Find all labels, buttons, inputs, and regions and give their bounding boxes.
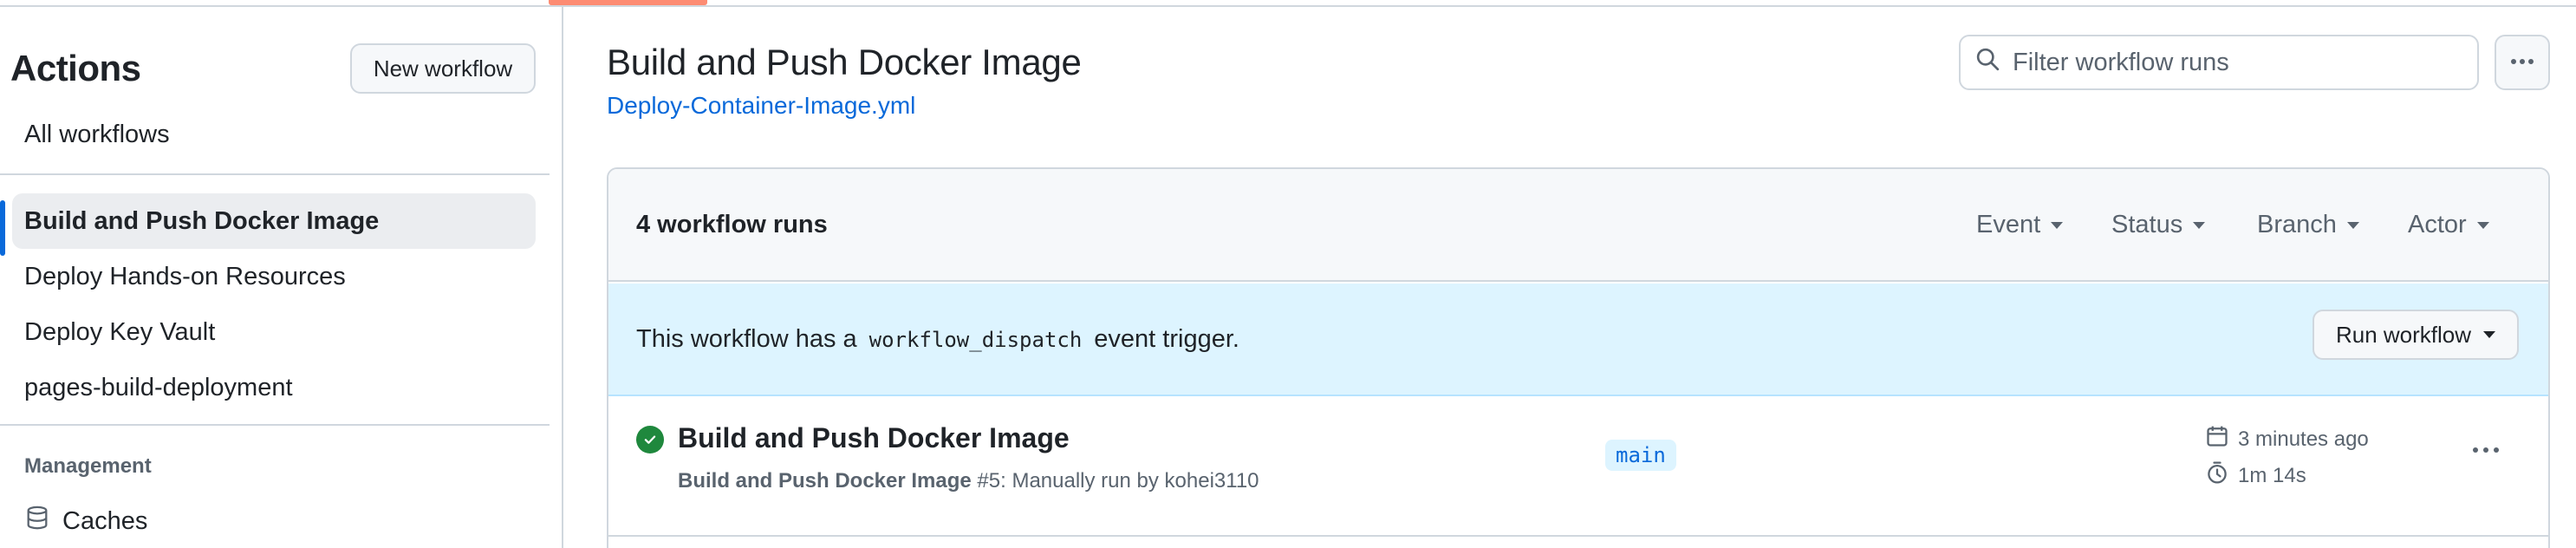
run-workflow-label: Run workflow — [2335, 321, 2472, 348]
sidebar-item-build-and-push[interactable]: Build and Push Docker Image — [12, 193, 536, 249]
filter-placeholder: Filter workflow runs — [2013, 48, 2229, 76]
banner-text: This workflow has a workflow_dispatch ev… — [636, 325, 1239, 354]
kebab-horizontal-icon — [2471, 442, 2501, 458]
run-time-ago: 3 minutes ago — [2205, 424, 2369, 454]
run-details-text: #5: Manually run by kohei3110 — [971, 469, 1259, 493]
sidebar-item-all-workflows[interactable]: All workflows — [12, 107, 536, 162]
database-icon — [24, 505, 50, 538]
status-filter-label: Status — [2111, 211, 2183, 238]
workflow-file-link[interactable]: Deploy-Container-Image.yml — [607, 92, 915, 120]
triangle-down-icon — [2483, 331, 2496, 338]
page-title: Build and Push Docker Image — [607, 42, 1082, 82]
sidebar-item-deploy-key-vault[interactable]: Deploy Key Vault — [12, 304, 536, 360]
new-workflow-button[interactable]: New workflow — [350, 43, 536, 94]
workflow-runs-panel: 4 workflow runs Event Status Branch Acto… — [607, 167, 2550, 548]
triangle-down-icon — [2193, 221, 2206, 229]
filter-workflow-runs-input[interactable]: Filter workflow runs — [1959, 35, 2479, 90]
more-options-button[interactable] — [2495, 35, 2550, 90]
sidebar: Actions New workflow All workflows Build… — [0, 7, 563, 548]
run-workflow-button[interactable]: Run workflow — [2313, 310, 2519, 360]
status-filter-dropdown[interactable]: Status — [2111, 211, 2206, 239]
banner-suffix: event trigger. — [1094, 325, 1239, 353]
row-divider — [608, 535, 2548, 537]
event-filter-dropdown[interactable]: Event — [1976, 211, 2064, 239]
runs-count: 4 workflow runs — [636, 211, 828, 238]
active-tab-underline — [549, 0, 707, 5]
branch-filter-label: Branch — [2257, 211, 2337, 238]
sidebar-divider — [0, 173, 550, 175]
run-workflow-name: Build and Push Docker Image — [678, 469, 972, 493]
event-filter-label: Event — [1976, 211, 2041, 238]
triangle-down-icon — [2051, 221, 2064, 229]
sidebar-item-deploy-hands-on[interactable]: Deploy Hands-on Resources — [12, 249, 536, 304]
sidebar-divider — [0, 424, 550, 426]
top-nav-border — [0, 0, 2576, 7]
sidebar-item-pages-build-deployment[interactable]: pages-build-deployment — [12, 360, 536, 415]
time-ago-text: 3 minutes ago — [2238, 427, 2369, 451]
banner-prefix: This workflow has a — [636, 325, 857, 353]
run-options-button[interactable] — [2469, 436, 2503, 464]
runs-header: 4 workflow runs Event Status Branch Acto… — [608, 169, 2548, 282]
caches-label: Caches — [62, 506, 148, 535]
active-item-indicator — [0, 200, 5, 256]
actor-filter-dropdown[interactable]: Actor — [2408, 211, 2489, 239]
duration-text: 1m 14s — [2238, 463, 2306, 487]
branch-filter-dropdown[interactable]: Branch — [2257, 211, 2359, 239]
triangle-down-icon — [2476, 221, 2489, 229]
actor-filter-label: Actor — [2408, 211, 2467, 238]
triangle-down-icon — [2346, 221, 2359, 229]
branch-badge[interactable]: main — [1605, 440, 1676, 471]
run-title-link[interactable]: Build and Push Docker Image — [678, 422, 1070, 454]
check-circle-fill-icon — [636, 426, 664, 453]
banner-code: workflow_dispatch — [868, 328, 1083, 352]
sidebar-title: Actions — [10, 48, 141, 88]
kebab-horizontal-icon — [2509, 55, 2535, 70]
sidebar-item-caches[interactable]: Caches — [24, 505, 147, 538]
workflow-dispatch-banner: This workflow has a workflow_dispatch ev… — [608, 284, 2548, 396]
stopwatch-icon — [2205, 460, 2229, 491]
management-heading: Management — [24, 454, 152, 478]
search-icon — [1974, 46, 2000, 79]
run-details: Build and Push Docker Image #5: Manually… — [678, 469, 1259, 493]
workflow-run-row[interactable]: Build and Push Docker Image Build and Pu… — [608, 398, 2548, 537]
calendar-icon — [2205, 424, 2229, 454]
run-duration: 1m 14s — [2205, 460, 2306, 491]
